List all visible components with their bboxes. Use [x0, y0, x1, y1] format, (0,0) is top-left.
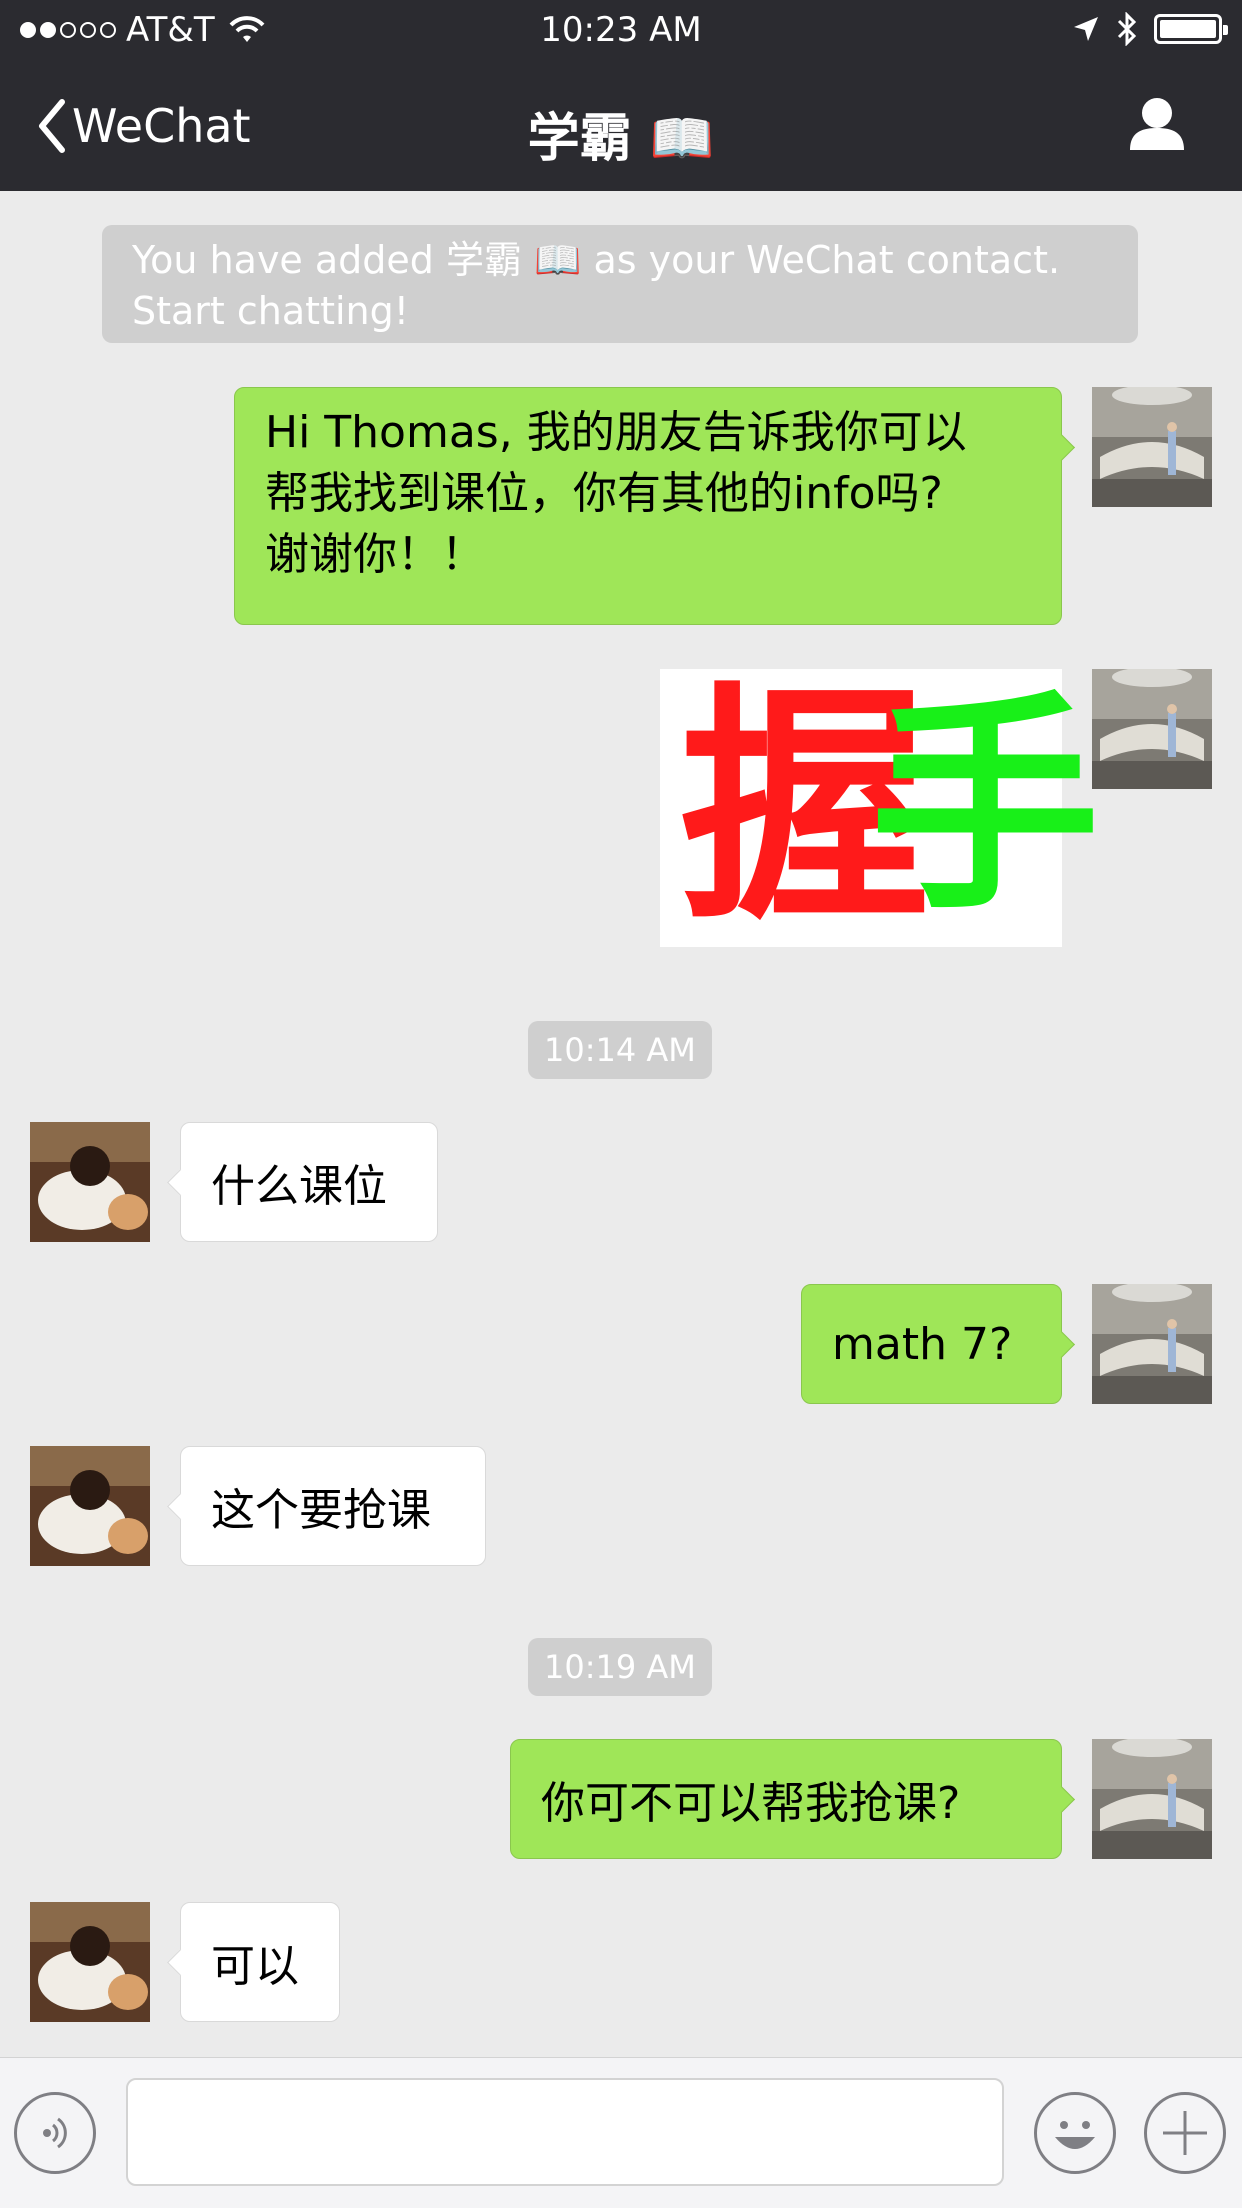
- message-bubble-outgoing[interactable]: math 7?: [801, 1284, 1075, 1404]
- battery-icon: [1154, 14, 1228, 44]
- message-text: 什么课位: [211, 1161, 387, 1212]
- message-text: 这个要抢课: [211, 1485, 431, 1536]
- bluetooth-icon: [1117, 12, 1137, 46]
- emoji-icon: [1055, 2121, 1095, 2149]
- message-bubble-incoming[interactable]: 什么课位: [167, 1122, 438, 1242]
- status-bar: AT&T 10:23 AM: [0, 0, 1242, 60]
- status-time: 10:23 AM: [540, 10, 702, 50]
- my-avatar[interactable]: [1092, 387, 1212, 507]
- my-avatar[interactable]: [1092, 1739, 1212, 1859]
- my-avatar[interactable]: [1092, 1284, 1212, 1404]
- message-text: 你可不可以帮我抢课?: [541, 1778, 961, 1829]
- system-notice: You have added 学霸 📖 as your WeChat conta…: [102, 225, 1138, 343]
- message-bubble-incoming[interactable]: 这个要抢课: [167, 1446, 486, 1566]
- message-timestamp: 10:14 AM: [528, 1021, 712, 1079]
- my-avatar[interactable]: [1092, 669, 1212, 789]
- message-bubble-outgoing[interactable]: Hi Thomas, 我的朋友告诉我你可以 帮我找到课位，你有其他的info吗?…: [234, 387, 1075, 625]
- contact-avatar[interactable]: [30, 1122, 150, 1242]
- message-text-line: 帮我找到课位，你有其他的info吗?: [265, 468, 943, 519]
- contact-avatar[interactable]: [30, 1446, 150, 1566]
- system-notice-line2: Start chatting!: [132, 289, 409, 333]
- message-input[interactable]: [126, 2078, 1004, 2186]
- nav-bar: WeChat 学霸 📖: [0, 60, 1242, 191]
- message-text-line: Hi Thomas, 我的朋友告诉我你可以: [265, 407, 967, 458]
- more-button[interactable]: [1144, 2092, 1226, 2174]
- voice-button[interactable]: [14, 2092, 96, 2174]
- location-arrow-icon: [1074, 17, 1098, 41]
- chat-title: 学霸 📖: [527, 109, 715, 169]
- plus-icon: [1163, 2111, 1207, 2155]
- message-text: math 7?: [832, 1318, 1013, 1370]
- chat-profile-button[interactable]: [1128, 96, 1186, 156]
- status-right: [1072, 12, 1228, 46]
- person-icon: [1130, 98, 1184, 150]
- message-text-line: 谢谢你！！: [265, 529, 485, 580]
- voice-icon: [43, 2117, 67, 2149]
- message-text: 可以: [211, 1941, 299, 1992]
- message-timestamp: 10:19 AM: [528, 1638, 712, 1696]
- emoji-button[interactable]: [1034, 2092, 1116, 2174]
- message-bubble-outgoing[interactable]: 你可不可以帮我抢课?: [510, 1739, 1075, 1859]
- sticker-char-2: 手: [870, 674, 1101, 941]
- contact-avatar[interactable]: [30, 1902, 150, 2022]
- chat-area[interactable]: You have added 学霸 📖 as your WeChat conta…: [0, 191, 1242, 2057]
- input-bar: [0, 2057, 1242, 2208]
- handshake-sticker[interactable]: 握 手: [660, 669, 1100, 947]
- system-notice-line1: You have added 学霸 📖 as your WeChat conta…: [132, 238, 1061, 282]
- message-bubble-incoming[interactable]: 可以: [167, 1902, 340, 2022]
